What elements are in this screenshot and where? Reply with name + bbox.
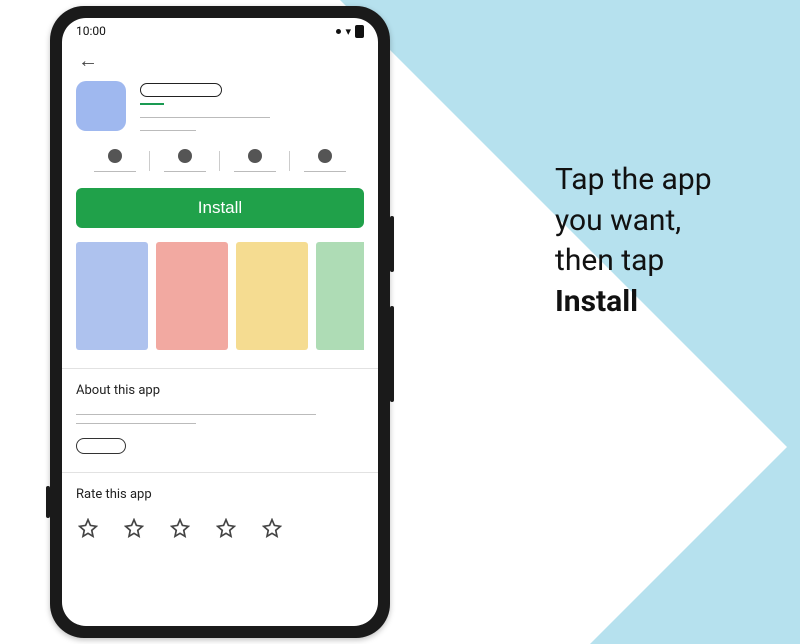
screenshot-thumbnail-4[interactable] — [316, 242, 364, 350]
phone-volume-button — [390, 216, 394, 272]
description-line-placeholder — [76, 414, 316, 415]
rate-heading: Rate this app — [76, 487, 364, 502]
stat-item-4[interactable] — [290, 149, 360, 172]
stat-label-placeholder — [94, 171, 136, 172]
instruction-bold: Install — [555, 284, 638, 319]
stat-label-placeholder — [304, 171, 346, 172]
background-triangle-bottom — [590, 434, 800, 644]
stat-label-placeholder — [164, 171, 206, 172]
instruction-text: Tap the app you want, then tap Install — [555, 160, 775, 322]
signal-dot-icon — [336, 29, 341, 34]
app-subtitle-placeholder — [140, 117, 270, 118]
app-developer-placeholder — [140, 103, 164, 105]
star-icon-3[interactable] — [170, 518, 190, 542]
screenshot-thumbnail-3[interactable] — [236, 242, 308, 350]
section-divider — [62, 368, 378, 369]
app-title-block — [140, 81, 364, 131]
app-detail-page: ← Install — [62, 42, 378, 626]
status-bar: 10:00 ▾ — [62, 18, 378, 42]
stat-dot-icon — [108, 149, 122, 163]
stat-dot-icon — [248, 149, 262, 163]
stat-item-3[interactable] — [220, 149, 290, 172]
battery-icon — [355, 25, 364, 38]
instruction-line-3: then tap — [555, 243, 664, 278]
screenshot-thumbnail-2[interactable] — [156, 242, 228, 350]
screenshot-carousel[interactable] — [76, 242, 364, 350]
install-button[interactable]: Install — [76, 188, 364, 228]
stat-item-1[interactable] — [80, 149, 150, 172]
stat-dot-icon — [178, 149, 192, 163]
section-divider — [62, 472, 378, 473]
status-time: 10:00 — [76, 24, 106, 38]
about-heading: About this app — [76, 383, 364, 398]
instruction-line-1: Tap the app — [555, 162, 712, 197]
app-stats-row — [80, 149, 360, 172]
rating-stars — [76, 518, 364, 542]
phone-frame: 10:00 ▾ ← — [50, 6, 390, 638]
star-icon-5[interactable] — [262, 518, 282, 542]
back-button[interactable]: ← — [78, 48, 364, 73]
app-title-placeholder — [140, 83, 222, 97]
star-icon-1[interactable] — [78, 518, 98, 542]
screenshot-thumbnail-1[interactable] — [76, 242, 148, 350]
instruction-line-2: you want, — [555, 203, 681, 238]
star-icon-4[interactable] — [216, 518, 236, 542]
stat-dot-icon — [318, 149, 332, 163]
star-icon-2[interactable] — [124, 518, 144, 542]
stat-label-placeholder — [234, 171, 276, 172]
category-chip-placeholder[interactable] — [76, 438, 126, 454]
app-icon[interactable] — [76, 81, 126, 131]
app-meta-placeholder — [140, 130, 196, 131]
phone-screen: 10:00 ▾ ← — [62, 18, 378, 626]
description-line-placeholder — [76, 423, 196, 424]
stat-item-2[interactable] — [150, 149, 220, 172]
app-header — [76, 81, 364, 131]
wifi-icon: ▾ — [345, 25, 351, 38]
phone-power-button — [390, 306, 394, 402]
